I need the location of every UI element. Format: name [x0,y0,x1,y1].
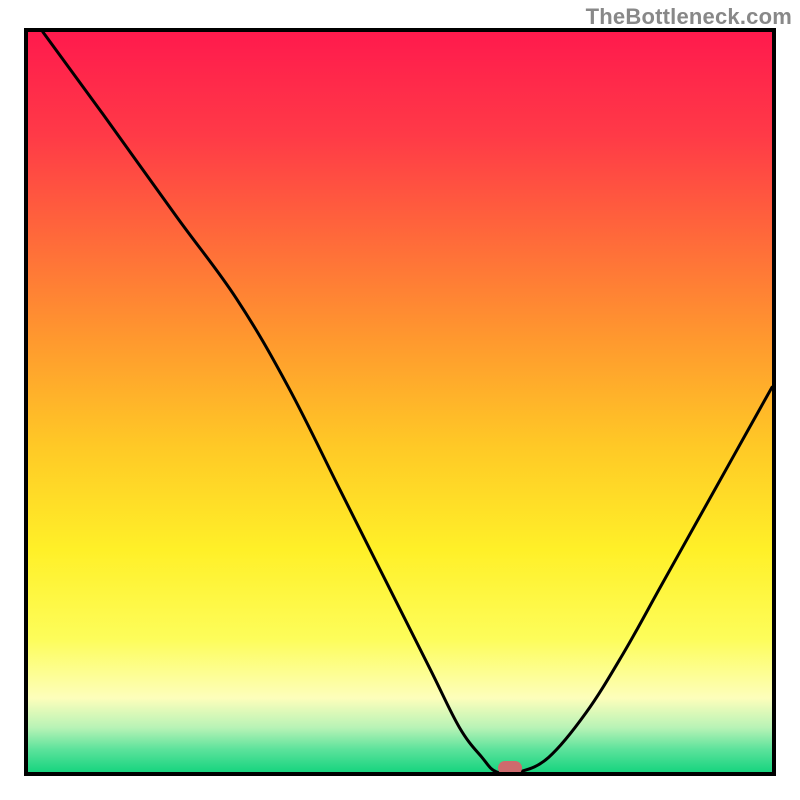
watermark-text: TheBottleneck.com [586,4,792,30]
bottleneck-chart: TheBottleneck.com [0,0,800,800]
plot-area [24,28,776,776]
optimal-point-marker [498,761,522,775]
bottleneck-curve [28,32,772,772]
